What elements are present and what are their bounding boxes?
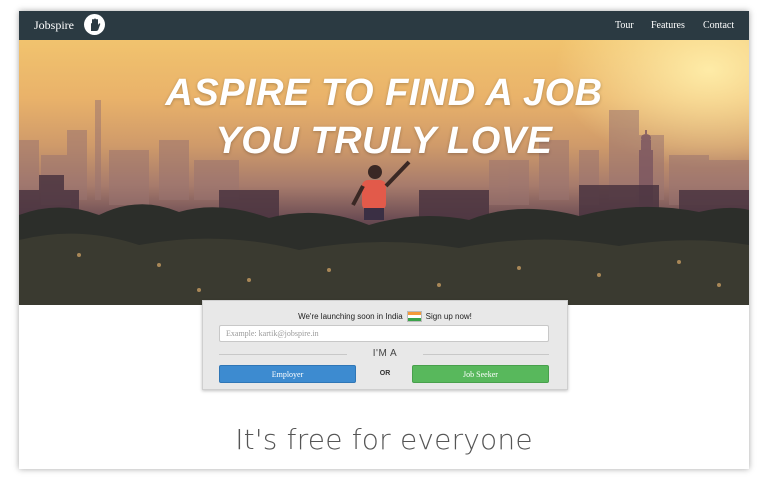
brand-name[interactable]: Jobspire: [34, 18, 74, 33]
tagline: It's free for everyone: [235, 423, 533, 456]
hero-headline-line1: ASPIRE TO FIND A JOB: [165, 72, 603, 114]
navbar: Jobspire Tour Features Contact: [19, 11, 749, 40]
hero-banner: ASPIRE TO FIND A JOB YOU TRULY LOVE: [19, 40, 749, 305]
nav-link-features[interactable]: Features: [651, 20, 685, 31]
india-flag-icon: [406, 311, 422, 322]
browser-frame: Jobspire Tour Features Contact ASPIRE TO…: [19, 11, 749, 469]
launch-text: We're launching soon in India: [298, 312, 403, 321]
signup-card: We're launching soon in India Sign up no…: [202, 300, 568, 390]
nav-link-contact[interactable]: Contact: [703, 20, 734, 31]
job-seeker-button[interactable]: Job Seeker: [412, 365, 549, 383]
role-prompt: I'M A: [372, 348, 398, 359]
hero-headline-line2: YOU TRULY LOVE: [215, 120, 553, 162]
hand-icon[interactable]: [84, 14, 105, 35]
signup-text: Sign up now!: [425, 312, 472, 321]
email-input[interactable]: [219, 325, 549, 342]
nav-link-tour[interactable]: Tour: [615, 20, 634, 31]
launch-message: We're launching soon in India Sign up no…: [203, 311, 567, 322]
